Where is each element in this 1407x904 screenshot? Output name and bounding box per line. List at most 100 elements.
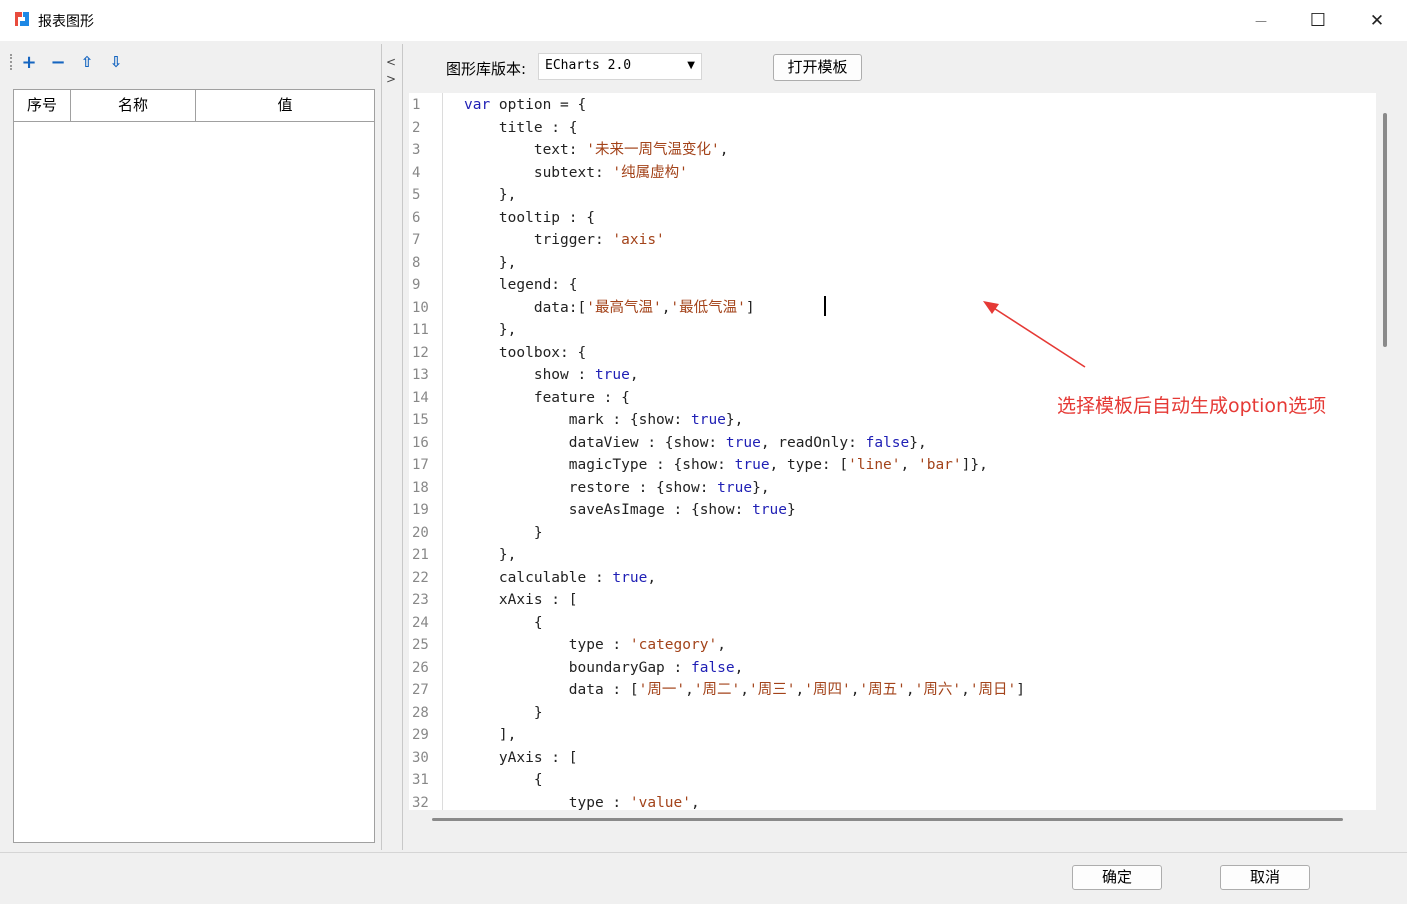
code-line[interactable]: data : ['周一','周二','周三','周四','周五','周六','周… (464, 679, 1025, 702)
line-number: 29 (412, 727, 429, 743)
close-icon: ✕ (1369, 10, 1385, 31)
move-up-icon: ⇧ (80, 53, 94, 71)
line-number: 16 (412, 434, 429, 451)
code-line[interactable]: toolbox: { (464, 342, 586, 365)
code-line[interactable]: var option = { (464, 94, 586, 117)
code-line[interactable]: subtext: '纯属虚构' (464, 162, 688, 185)
code-line[interactable]: }, (464, 184, 516, 207)
params-table[interactable]: 序号 名称 值 (13, 89, 375, 843)
code-line[interactable]: saveAsImage : {show: true} (464, 499, 796, 522)
line-number: 12 (412, 344, 429, 361)
code-line[interactable]: show : true, (464, 364, 639, 387)
code-line[interactable]: { (464, 769, 543, 792)
line-number: 15 (412, 412, 429, 428)
code-line[interactable]: ], (464, 724, 516, 747)
code-line[interactable]: }, (464, 544, 516, 567)
code-line[interactable]: type : 'value', (464, 792, 700, 811)
window-title: 报表图形 (38, 14, 94, 30)
title-bar (0, 0, 1407, 41)
app-logo-icon (15, 12, 29, 26)
line-number: 7 (412, 232, 421, 248)
remove-row-button[interactable]: − (47, 51, 69, 73)
line-number: 9 (412, 277, 421, 293)
line-number: 8 (412, 254, 421, 271)
line-number: 28 (412, 704, 429, 721)
line-number: 4 (412, 164, 421, 181)
library-version-label: 图形库版本: (446, 60, 527, 78)
code-line[interactable]: calculable : true, (464, 567, 656, 590)
code-line[interactable]: yAxis : [ (464, 747, 578, 770)
code-editor[interactable]: 1 2 3 4 5 6 7 8 9 10 11 12 13 14 15 16 17 18 19 20 21 22 23 24 2… (409, 93, 1376, 810)
collapse-left-icon[interactable]: < (386, 55, 396, 69)
line-number: 31 (412, 772, 429, 788)
code-line[interactable]: trigger: 'axis' (464, 229, 665, 252)
line-number: 23 (412, 592, 429, 608)
code-line[interactable]: text: '未来一周气温变化', (464, 139, 729, 162)
add-icon: + (21, 51, 37, 73)
line-number: 2 (412, 119, 421, 136)
maximize-icon: ☐ (1309, 10, 1327, 31)
code-line[interactable]: type : 'category', (464, 634, 726, 657)
code-line[interactable]: restore : {show: true}, (464, 477, 770, 500)
code-line[interactable]: tooltip : { (464, 207, 595, 230)
annotation-note: 选择模板后自动生成option选项 (1057, 395, 1327, 417)
line-number: 10 (412, 299, 429, 316)
minimize-button[interactable]: — (1236, 0, 1286, 41)
panel-splitter[interactable] (381, 44, 403, 850)
ok-button[interactable]: 确定 (1072, 865, 1162, 890)
horizontal-scrollbar[interactable] (432, 818, 1343, 821)
code-line[interactable]: magicType : {show: true, type: ['line', … (464, 454, 988, 477)
remove-icon: − (50, 51, 66, 73)
chevron-down-icon: ▼ (687, 60, 695, 71)
code-line[interactable]: legend: { (464, 274, 578, 297)
code-line[interactable]: }, (464, 252, 516, 275)
line-number: 24 (412, 614, 429, 631)
add-row-button[interactable]: + (18, 51, 40, 73)
text-caret (824, 296, 826, 316)
close-button[interactable]: ✕ (1352, 0, 1402, 41)
code-line[interactable]: title : { (464, 117, 578, 140)
move-down-button[interactable]: ⇩ (105, 52, 127, 72)
move-down-icon: ⇩ (109, 53, 123, 71)
line-number: 11 (412, 322, 429, 338)
column-header-value[interactable]: 值 (196, 90, 374, 121)
code-line[interactable]: } (464, 522, 543, 545)
line-number: 22 (412, 569, 429, 586)
line-number: 19 (412, 502, 429, 518)
line-number: 5 (412, 187, 421, 203)
code-line[interactable]: boundaryGap : false, (464, 657, 744, 680)
column-header-index[interactable]: 序号 (14, 90, 71, 121)
code-line[interactable]: { (464, 612, 543, 635)
dialog-button-bar (0, 852, 1407, 904)
move-up-button[interactable]: ⇧ (76, 52, 98, 72)
code-line[interactable]: }, (464, 319, 516, 342)
minimize-icon: — (1255, 13, 1267, 28)
line-number-gutter: 1 2 3 4 5 6 7 8 9 10 11 12 13 14 15 16 17 18 19 20 21 22 23 24 2… (409, 93, 443, 810)
line-number: 32 (412, 794, 429, 811)
line-number: 6 (412, 209, 421, 226)
cancel-button[interactable]: 取消 (1220, 865, 1310, 890)
toolbar-grip (10, 54, 15, 70)
annotation-arrow-icon (983, 301, 1086, 368)
library-version-select[interactable]: ECharts 2.0 ▼ (538, 53, 702, 80)
maximize-button[interactable]: ☐ (1293, 0, 1343, 41)
line-number: 18 (412, 479, 429, 496)
line-number: 14 (412, 389, 429, 406)
line-number: 1 (412, 97, 421, 113)
code-line[interactable]: } (464, 702, 543, 725)
line-number: 26 (412, 659, 429, 676)
code-line[interactable]: dataView : {show: true, readOnly: false}… (464, 432, 927, 455)
vertical-scrollbar[interactable] (1383, 113, 1387, 347)
open-template-button[interactable]: 打开模板 (773, 54, 862, 81)
code-line[interactable]: data:['最高气温','最低气温'] (464, 297, 755, 320)
library-version-value: ECharts 2.0 (545, 58, 632, 73)
expand-right-icon[interactable]: > (386, 72, 396, 86)
code-line[interactable]: feature : { (464, 387, 630, 410)
code-line[interactable]: xAxis : [ (464, 589, 578, 612)
column-header-name[interactable]: 名称 (71, 90, 196, 121)
code-line[interactable]: mark : {show: true}, (464, 409, 744, 432)
line-number: 20 (412, 524, 429, 541)
line-number: 25 (412, 637, 429, 653)
line-number: 27 (412, 682, 429, 698)
line-number: 21 (412, 547, 429, 563)
